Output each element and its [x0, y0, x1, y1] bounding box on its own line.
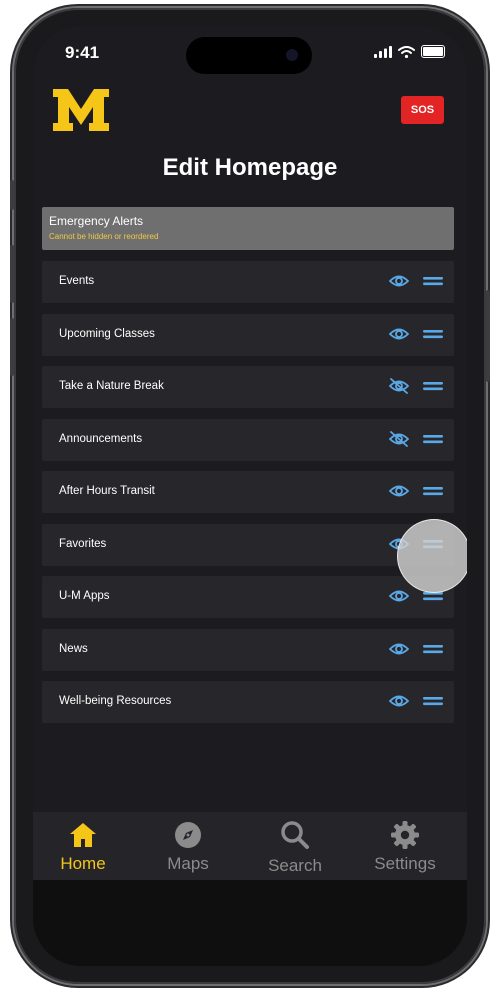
eye-icon[interactable] [389, 326, 409, 342]
tab-home-label: Home [60, 854, 106, 873]
camera-icon [286, 49, 298, 61]
screen: 9:41 SOS Edit Homepage Emergency Alerts … [33, 26, 467, 966]
tab-settings[interactable]: Settings [355, 812, 455, 880]
list-item[interactable]: Favorites [42, 523, 454, 566]
action-button [10, 180, 14, 210]
drag-handle-icon[interactable] [423, 275, 443, 287]
list-item[interactable]: News [42, 628, 454, 671]
tab-home[interactable]: Home [33, 812, 133, 880]
search-icon [281, 821, 309, 849]
list-item[interactable]: After Hours Transit [42, 471, 454, 513]
eye-off-icon[interactable] [389, 430, 409, 447]
dynamic-island [186, 37, 312, 74]
drag-handle-icon[interactable] [423, 380, 443, 392]
list-item-label: Upcoming Classes [59, 327, 155, 340]
eye-off-icon[interactable] [389, 378, 409, 394]
list-item[interactable]: U-M Apps [42, 576, 454, 618]
list-item[interactable]: Well-being Resources [42, 681, 454, 723]
eye-icon[interactable] [389, 641, 409, 657]
tab-settings-label: Settings [374, 854, 436, 873]
sos-button[interactable]: SOS [401, 96, 444, 124]
bottom-safe-area [33, 880, 467, 966]
tab-search[interactable]: Search [245, 812, 345, 880]
list-item-label: After Hours Transit [59, 485, 155, 497]
list-item[interactable]: Events [42, 261, 454, 303]
eye-icon[interactable] [389, 273, 409, 289]
volume-up-button [10, 245, 14, 303]
touch-indicator [397, 519, 467, 593]
volume-down-button [10, 318, 14, 376]
emergency-alerts-card: Emergency Alerts Cannot be hidden or reo… [42, 207, 454, 250]
wifi-icon [398, 45, 415, 58]
alert-subtitle: Cannot be hidden or reordered [49, 232, 159, 241]
drag-handle-icon[interactable] [423, 328, 443, 340]
drag-handle-icon[interactable] [423, 433, 443, 445]
list-item-label: Announcements [59, 432, 143, 445]
compass-icon [175, 822, 201, 848]
home-icon [70, 823, 96, 847]
list-item-label: Well-being Resources [59, 695, 172, 707]
drag-handle-icon[interactable] [423, 695, 443, 707]
status-time: 9:41 [65, 43, 100, 62]
gear-icon [391, 821, 419, 849]
alert-title: Emergency Alerts [49, 214, 144, 228]
list-item-label: Take a Nature Break [59, 380, 164, 392]
battery-icon [421, 45, 445, 58]
bottom-tab-bar: Home Maps Search Settings [33, 812, 467, 880]
list-item-label: News [59, 642, 88, 655]
university-logo [53, 89, 109, 131]
list-item-label: Favorites [59, 537, 107, 550]
tab-search-label: Search [268, 856, 322, 875]
eye-icon[interactable] [389, 693, 409, 709]
list-item-label: Events [59, 275, 95, 287]
tab-maps[interactable]: Maps [138, 812, 238, 880]
power-button [486, 290, 490, 382]
list-item[interactable]: Announcements [42, 418, 454, 461]
page-title: Edit Homepage [162, 154, 338, 181]
list-item[interactable]: Take a Nature Break [42, 366, 454, 408]
eye-icon[interactable] [389, 483, 409, 499]
drag-handle-icon[interactable] [423, 485, 443, 497]
eye-icon[interactable] [389, 588, 409, 604]
signal-icon [374, 45, 392, 58]
list-item-label: U-M Apps [59, 590, 110, 602]
status-icons [374, 45, 445, 58]
drag-handle-icon[interactable] [423, 643, 443, 655]
list-item[interactable]: Upcoming Classes [42, 313, 454, 356]
tab-maps-label: Maps [167, 854, 209, 873]
